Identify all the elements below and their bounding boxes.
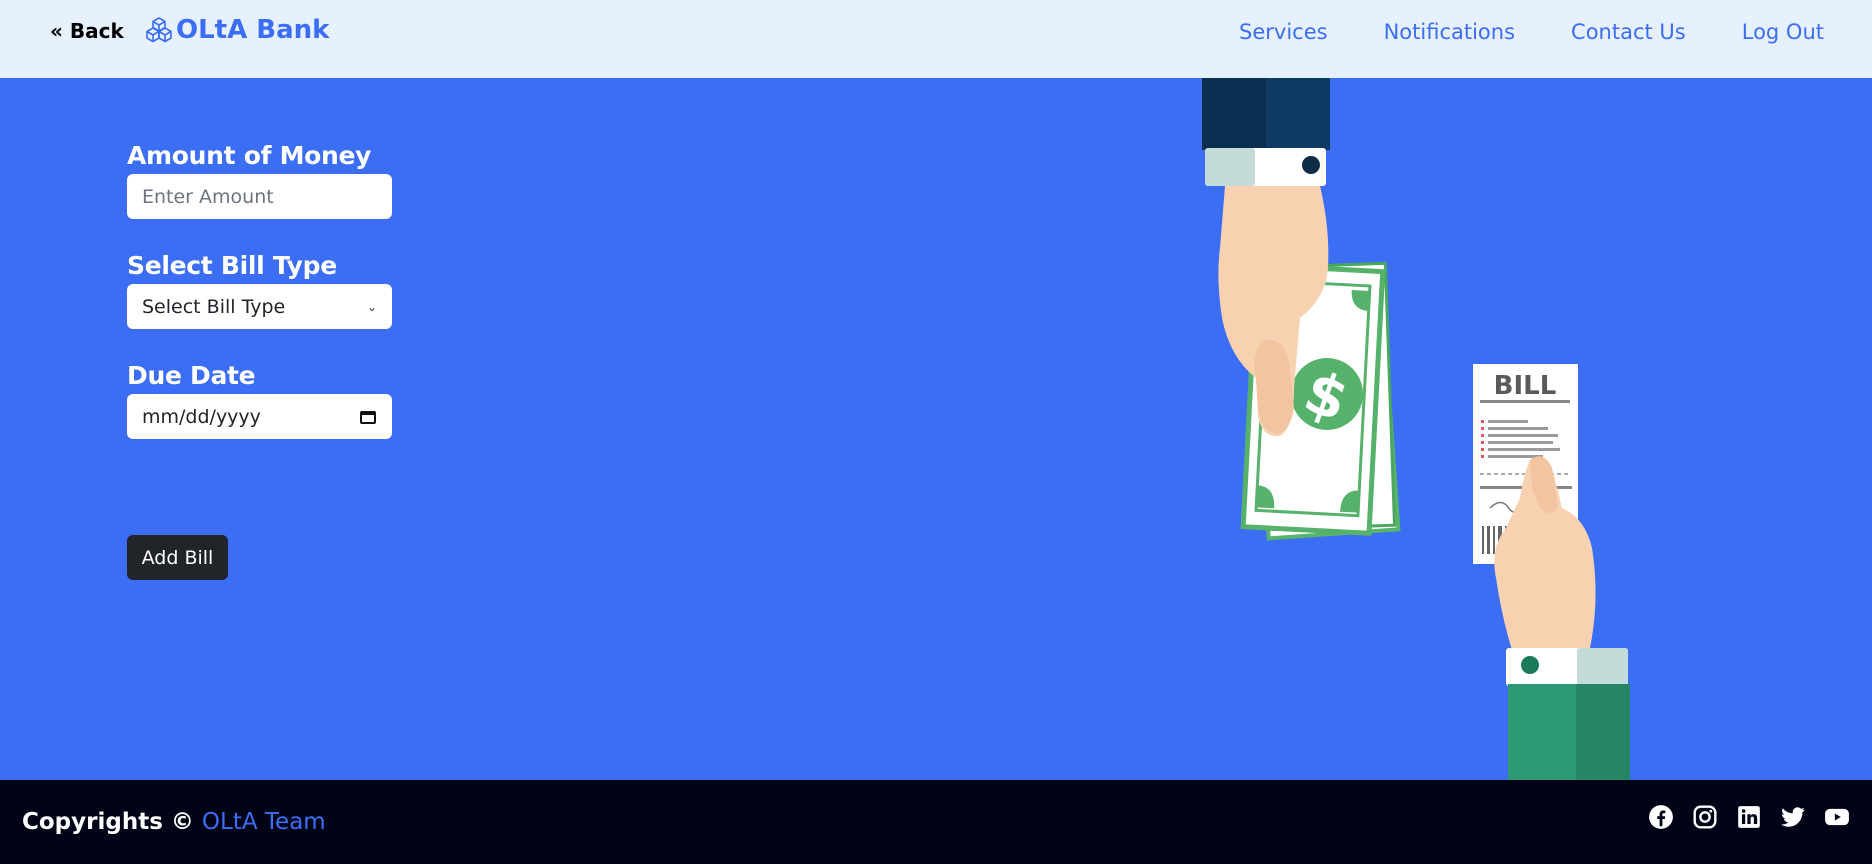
nav-services[interactable]: Services — [1239, 20, 1328, 44]
bill-type-label: Select Bill Type — [127, 251, 337, 280]
facebook-icon[interactable] — [1648, 804, 1674, 830]
linkedin-icon[interactable] — [1736, 804, 1762, 830]
nav-log-out[interactable]: Log Out — [1742, 20, 1824, 44]
nav-notifications[interactable]: Notifications — [1384, 20, 1515, 44]
due-date-label: Due Date — [127, 361, 256, 390]
instagram-icon[interactable] — [1692, 804, 1718, 830]
add-bill-button[interactable]: Add Bill — [127, 535, 228, 580]
bill-type-select[interactable]: Select Bill Type ⌄ — [127, 284, 392, 329]
back-link[interactable]: « Back — [50, 19, 124, 43]
bill-payment-illustration: $ BILL — [1202, 78, 1630, 780]
copyright: Copyrights © OLtA Team — [22, 809, 326, 835]
youtube-icon[interactable] — [1824, 804, 1850, 830]
cubes-logo-icon — [146, 17, 172, 43]
due-date-group: Due Date mm/dd/yyyy — [127, 361, 392, 439]
bill-type-group: Select Bill Type Select Bill Type ⌄ — [127, 251, 392, 329]
twitter-icon[interactable] — [1780, 804, 1806, 830]
brand[interactable]: OLtA Bank — [144, 15, 329, 45]
footer: Copyrights © OLtA Team — [0, 780, 1872, 864]
add-bill-form: Amount of Money Select Bill Type Select … — [127, 141, 392, 580]
due-date-input[interactable]: mm/dd/yyyy — [127, 394, 392, 439]
copyright-prefix: Copyrights © — [22, 809, 194, 835]
main-section: Amount of Money Select Bill Type Select … — [0, 78, 1872, 780]
bill-type-selected: Select Bill Type — [142, 295, 286, 318]
due-date-placeholder: mm/dd/yyyy — [142, 405, 261, 428]
bill-title: BILL — [1494, 371, 1557, 401]
social-links — [1648, 804, 1850, 830]
amount-label: Amount of Money — [127, 141, 372, 170]
main-nav: Services Notifications Contact Us Log Ou… — [1183, 20, 1824, 44]
chevron-down-icon: ⌄ — [366, 299, 377, 314]
amount-input[interactable] — [127, 174, 392, 219]
brand-name: OLtA Bank — [176, 15, 330, 45]
team-link[interactable]: OLtA Team — [202, 809, 326, 835]
calendar-icon[interactable] — [359, 408, 377, 425]
top-navbar: « Back OLtA Bank Services Notifications … — [0, 0, 1872, 78]
nav-contact-us[interactable]: Contact Us — [1571, 20, 1686, 44]
amount-group: Amount of Money — [127, 141, 392, 219]
